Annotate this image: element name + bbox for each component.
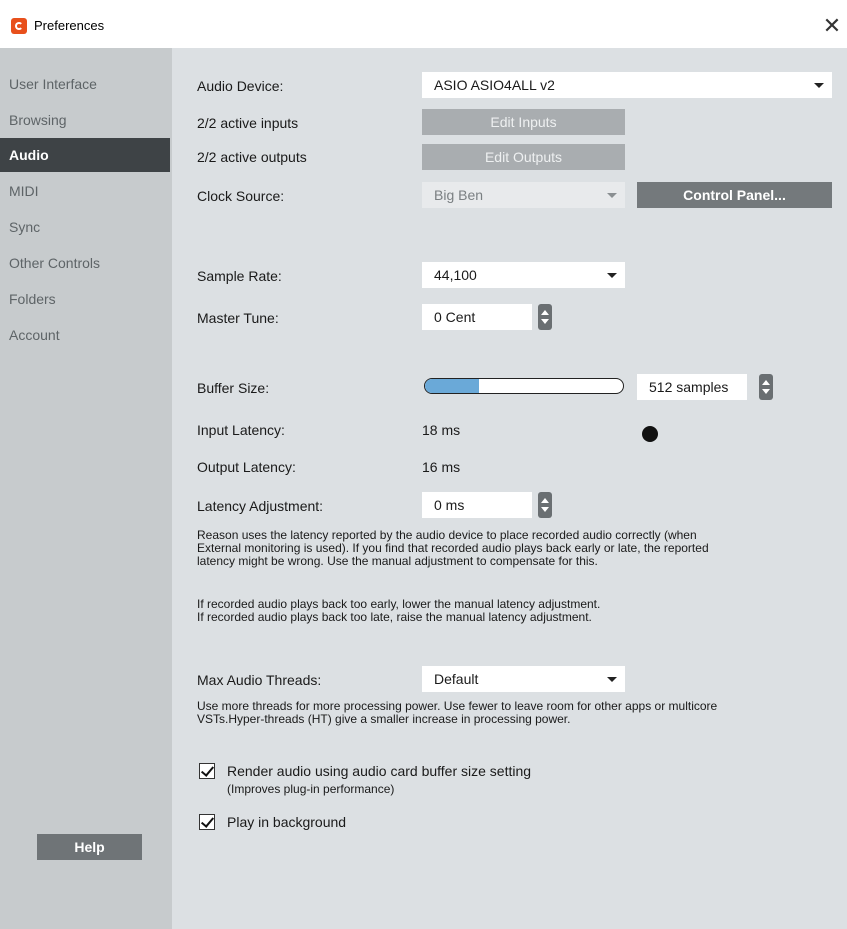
clock-source-value: Big Ben (434, 187, 484, 203)
max-audio-threads-value: Default (434, 671, 479, 687)
arrow-up-icon (541, 498, 549, 503)
sample-rate-label: Sample Rate: (197, 268, 282, 284)
latency-hint-text: If recorded audio plays back too early, … (197, 597, 601, 624)
arrow-down-icon (541, 319, 549, 324)
help-button[interactable]: Help (37, 834, 142, 860)
master-tune-label: Master Tune: (197, 310, 279, 326)
latency-adjustment-stepper[interactable] (538, 492, 552, 518)
checkmark-icon (200, 763, 215, 777)
audio-device-value: ASIO ASIO4ALL v2 (434, 77, 555, 93)
edit-inputs-button[interactable]: Edit Inputs (422, 109, 625, 135)
input-latency-label: Input Latency: (197, 422, 285, 438)
max-audio-threads-select[interactable]: Default (422, 666, 625, 692)
master-tune-stepper[interactable] (538, 304, 552, 330)
arrow-up-icon (541, 310, 549, 315)
sidebar-item-sync[interactable]: Sync (0, 210, 170, 244)
max-audio-threads-label: Max Audio Threads: (197, 672, 322, 688)
output-latency-label: Output Latency: (197, 459, 296, 475)
render-buffer-checkbox[interactable] (199, 763, 215, 779)
input-latency-value: 18 ms (422, 422, 461, 438)
audio-device-label: Audio Device: (197, 78, 284, 94)
sidebar: User Interface Browsing Audio MIDI Sync … (0, 48, 172, 929)
buffer-slider-fill (425, 379, 479, 393)
buffer-size-stepper[interactable] (759, 374, 773, 400)
sidebar-item-folders[interactable]: Folders (0, 282, 170, 316)
close-button[interactable]: ✕ (818, 12, 846, 40)
sidebar-item-account[interactable]: Account (0, 318, 170, 352)
arrow-up-icon (762, 380, 770, 385)
sidebar-item-midi[interactable]: MIDI (0, 174, 170, 208)
audio-device-select[interactable]: ASIO ASIO4ALL v2 (422, 72, 832, 98)
control-panel-button[interactable]: Control Panel... (637, 182, 832, 208)
latency-help-text: Reason uses the latency reported by the … (197, 528, 709, 568)
sample-rate-value: 44,100 (434, 267, 477, 283)
arrow-down-icon (541, 507, 549, 512)
audio-settings-panel: Audio Device: ASIO ASIO4ALL v2 2/2 activ… (172, 48, 847, 929)
chevron-down-icon (607, 193, 617, 198)
sample-rate-select[interactable]: 44,100 (422, 262, 625, 288)
render-buffer-label[interactable]: Render audio using audio card buffer siz… (227, 763, 531, 779)
latency-adjustment-field[interactable]: 0 ms (422, 492, 532, 518)
active-outputs-label: 2/2 active outputs (197, 149, 307, 165)
buffer-size-slider[interactable] (424, 378, 624, 394)
app-logo-icon (11, 18, 27, 34)
latency-adjustment-label: Latency Adjustment: (197, 498, 324, 514)
sidebar-item-audio[interactable]: Audio (0, 138, 170, 172)
threads-help-text: Use more threads for more processing pow… (197, 699, 718, 726)
arrow-down-icon (762, 389, 770, 394)
render-buffer-sublabel: (Improves plug-in performance) (227, 782, 395, 796)
title-bar: Preferences ✕ (0, 0, 847, 48)
output-latency-value: 16 ms (422, 459, 461, 475)
window-title: Preferences (34, 18, 105, 33)
active-inputs-label: 2/2 active inputs (197, 115, 299, 131)
chevron-down-icon (607, 677, 617, 682)
buffer-size-label: Buffer Size: (197, 380, 270, 396)
sidebar-item-browsing[interactable]: Browsing (0, 103, 170, 137)
clock-source-label: Clock Source: (197, 188, 285, 204)
checkmark-icon (200, 814, 215, 828)
play-in-background-checkbox[interactable] (199, 814, 215, 830)
chevron-down-icon (607, 273, 617, 278)
play-in-background-label[interactable]: Play in background (227, 814, 346, 830)
sidebar-item-other-controls[interactable]: Other Controls (0, 246, 170, 280)
edit-outputs-button[interactable]: Edit Outputs (422, 144, 625, 170)
buffer-slider-handle[interactable] (642, 426, 658, 442)
chevron-down-icon (814, 83, 824, 88)
buffer-size-field[interactable]: 512 samples (637, 374, 747, 400)
master-tune-field[interactable]: 0 Cent (422, 304, 532, 330)
clock-source-select[interactable]: Big Ben (422, 182, 625, 208)
sidebar-item-user-interface[interactable]: User Interface (0, 67, 170, 101)
